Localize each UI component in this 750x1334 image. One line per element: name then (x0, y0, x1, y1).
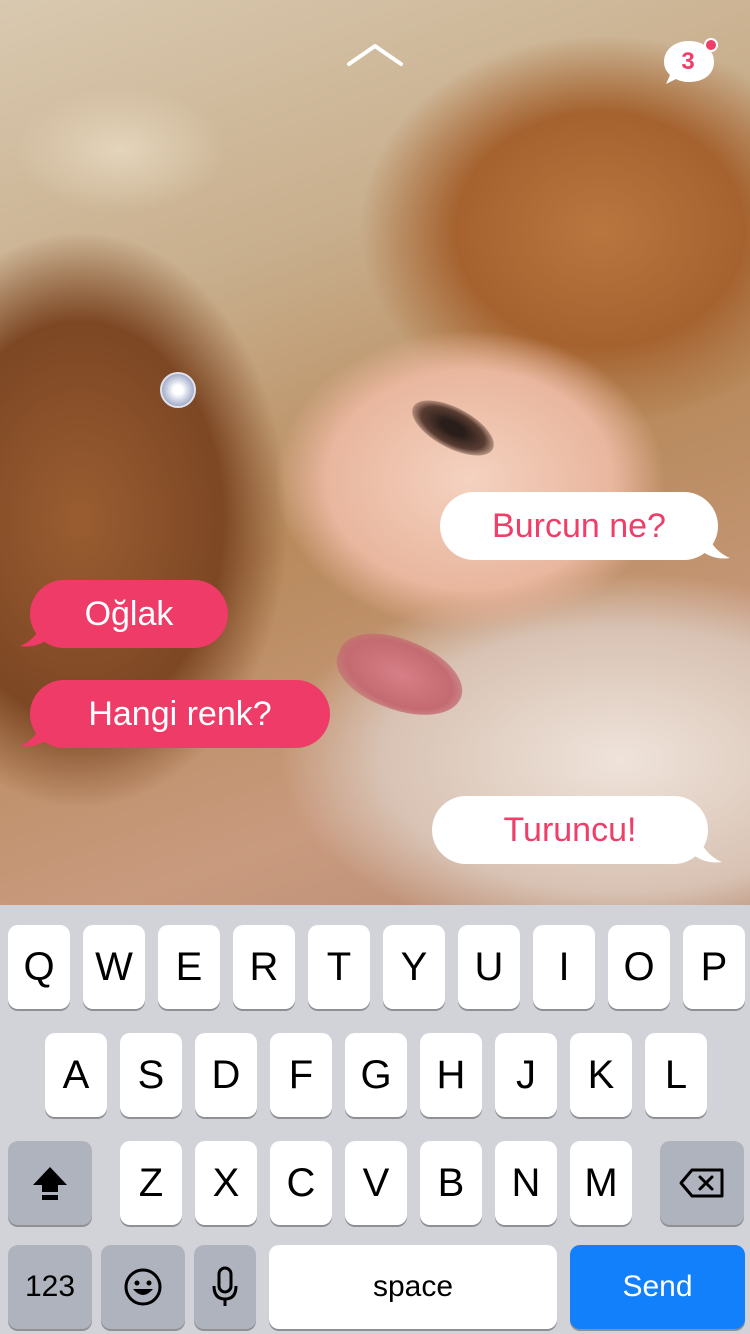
key-j[interactable]: J (495, 1033, 557, 1117)
chevron-up-icon[interactable] (345, 42, 405, 68)
emoji-icon (124, 1268, 162, 1306)
key-n[interactable]: N (495, 1141, 557, 1225)
key-f[interactable]: F (270, 1033, 332, 1117)
key-v[interactable]: V (345, 1141, 407, 1225)
backspace-key[interactable] (660, 1141, 744, 1225)
numbers-key[interactable]: 123 (8, 1245, 92, 1329)
key-u[interactable]: U (458, 925, 520, 1009)
unread-count: 3 (681, 48, 695, 75)
message-bubble-outgoing: Oğlak (30, 580, 228, 648)
message-bubble-incoming: Burcun ne? (440, 492, 718, 560)
key-a[interactable]: A (45, 1033, 107, 1117)
key-b[interactable]: B (420, 1141, 482, 1225)
key-s[interactable]: S (120, 1033, 182, 1117)
key-k[interactable]: K (570, 1033, 632, 1117)
key-t[interactable]: T (308, 925, 370, 1009)
key-p[interactable]: P (683, 925, 745, 1009)
key-g[interactable]: G (345, 1033, 407, 1117)
message-bubble-incoming: Turuncu! (432, 796, 708, 864)
backspace-icon (679, 1168, 724, 1198)
key-c[interactable]: C (270, 1141, 332, 1225)
photo-detail (326, 618, 474, 732)
key-w[interactable]: W (83, 925, 145, 1009)
key-x[interactable]: X (195, 1141, 257, 1225)
message-text: Burcun ne? (492, 506, 666, 545)
keyboard: Q W E R T Y U I O P A S D F G H J K L Z … (0, 905, 750, 1334)
send-button[interactable]: Send (570, 1245, 745, 1329)
key-y[interactable]: Y (383, 925, 445, 1009)
emoji-key[interactable] (101, 1245, 185, 1329)
space-key[interactable]: space (269, 1245, 557, 1329)
key-d[interactable]: D (195, 1033, 257, 1117)
chat-badge[interactable]: 3 (660, 36, 720, 88)
microphone-key[interactable] (194, 1245, 256, 1329)
key-o[interactable]: O (608, 925, 670, 1009)
bubble-tail (20, 724, 50, 747)
message-text: Hangi renk? (88, 694, 272, 733)
bubble-tail (692, 840, 722, 863)
key-q[interactable]: Q (8, 925, 70, 1009)
key-i[interactable]: I (533, 925, 595, 1009)
photo-detail (160, 372, 196, 408)
unread-dot (704, 38, 718, 52)
bubble-tail (20, 624, 50, 647)
shift-icon (33, 1167, 67, 1200)
key-z[interactable]: Z (120, 1141, 182, 1225)
message-text: Oğlak (84, 594, 174, 633)
photo-detail (403, 389, 503, 467)
key-l[interactable]: L (645, 1033, 707, 1117)
shift-key[interactable] (8, 1141, 92, 1225)
microphone-icon (212, 1266, 238, 1306)
message-bubble-outgoing: Hangi renk? (30, 680, 330, 748)
key-r[interactable]: R (233, 925, 295, 1009)
key-h[interactable]: H (420, 1033, 482, 1117)
profile-photo: 3 Burcun ne? Oğlak Hangi renk? Turuncu! (0, 0, 750, 905)
bubble-tail (700, 536, 730, 559)
message-text: Turuncu! (503, 810, 637, 849)
key-e[interactable]: E (158, 925, 220, 1009)
key-m[interactable]: M (570, 1141, 632, 1225)
